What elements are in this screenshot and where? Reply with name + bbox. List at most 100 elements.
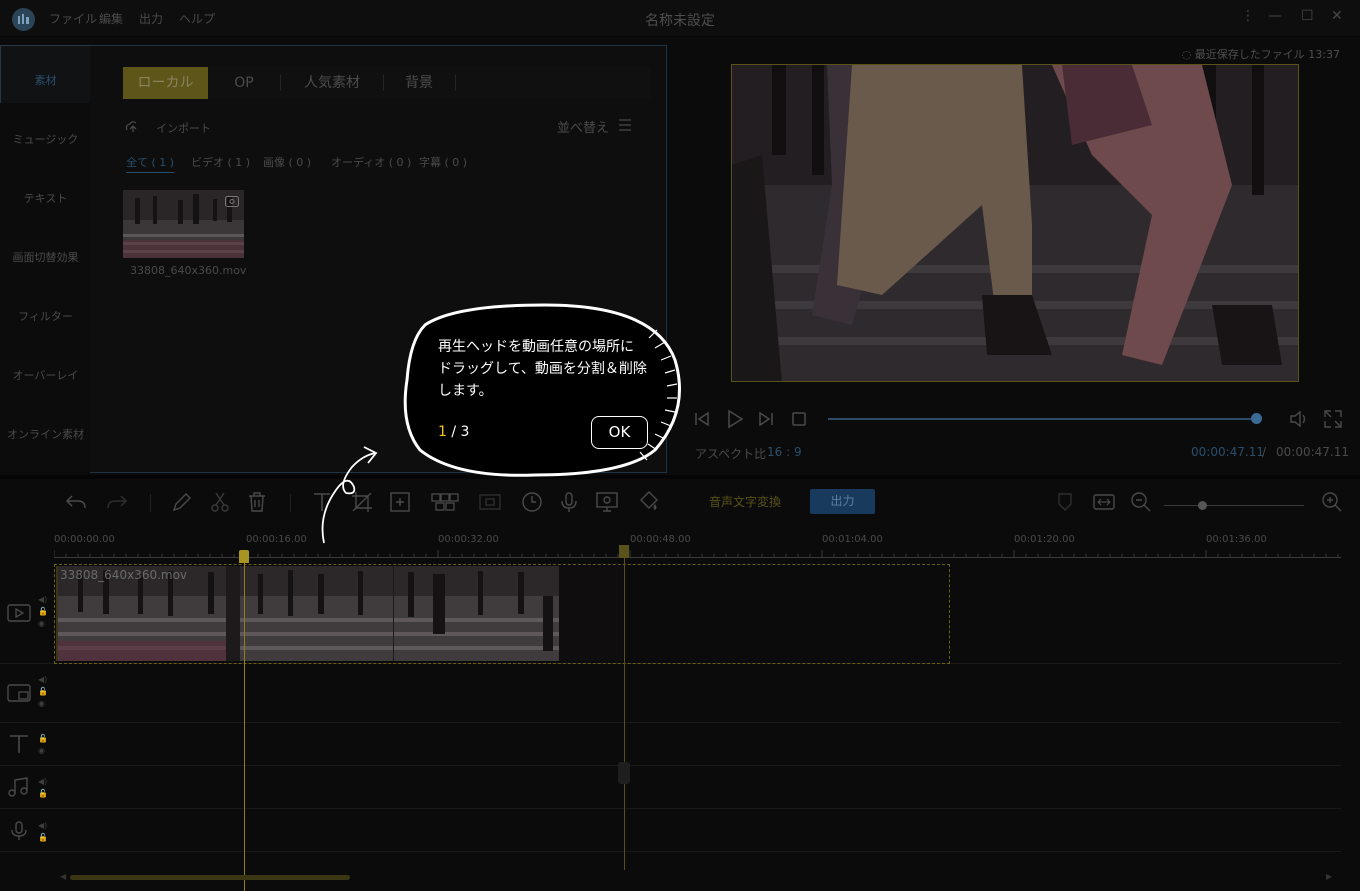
zoom-out-icon[interactable] [1129, 490, 1153, 514]
preview-seek-handle[interactable] [1251, 413, 1262, 424]
paint-bucket-icon[interactable] [637, 490, 661, 514]
last-saved-text: 最近保存したファイル 13:37 [1194, 48, 1340, 61]
redo-icon[interactable] [105, 490, 129, 514]
delete-trash-icon[interactable] [245, 490, 269, 514]
tab-local[interactable]: ローカル [123, 67, 208, 99]
speech-to-text-button[interactable]: 音声文字変換 [709, 493, 781, 510]
sidebar-item-text[interactable]: テキスト [0, 190, 91, 206]
sidebar-item-music[interactable]: ミュージック [0, 131, 91, 147]
sort-button[interactable]: 並べ替え [557, 117, 609, 136]
sort-list-icon[interactable] [617, 117, 633, 136]
text-track-icon [7, 733, 31, 758]
zoom-slider-track[interactable] [1164, 505, 1304, 506]
mosaic-icon[interactable] [430, 490, 460, 514]
clip-name-label: 33808_640x360.mov [60, 568, 188, 582]
tooltip-line: ドラッグして、動画を分割＆削除 [438, 361, 647, 377]
video-track-icon [7, 603, 31, 626]
aspect-ratio-value[interactable]: 16 : 9 [767, 445, 802, 459]
fit-timeline-icon[interactable] [1092, 490, 1116, 514]
voice-track [0, 809, 1341, 852]
play-icon[interactable] [725, 409, 745, 432]
minimize-icon[interactable]: — [1268, 8, 1282, 24]
tooltip-line: します。 [438, 383, 493, 399]
timeline-horizontal-scrollbar[interactable] [70, 875, 350, 880]
tab-popular[interactable]: 人気素材 [287, 67, 377, 99]
import-icon[interactable] [124, 118, 142, 137]
end-marker-handle[interactable] [619, 545, 629, 558]
filter-video[interactable]: ビデオ ( 1 ) [191, 154, 250, 170]
tooltip-step-current: 1 [438, 424, 447, 440]
filter-subtitle[interactable]: 字幕 ( 0 ) [419, 154, 467, 170]
filter-image[interactable]: 画像 ( 0 ) [263, 154, 311, 170]
stop-icon[interactable] [791, 411, 807, 430]
overlay-track [0, 664, 1341, 723]
track-controls[interactable]: ◀) 🔓 ◉ [38, 594, 48, 630]
tab-divider [280, 75, 281, 91]
fullscreen-icon[interactable] [1323, 409, 1343, 432]
sidebar-item-overlay[interactable]: オーバーレイ [0, 367, 91, 383]
window-title: 名称未設定 [645, 13, 715, 29]
filter-audio[interactable]: オーディオ ( 0 ) [331, 154, 411, 170]
track-controls[interactable]: 🔓 ◉ [38, 733, 48, 757]
overlay-track-icon [7, 683, 31, 706]
ruler-tick-label: 00:01:20.00 [1014, 534, 1075, 545]
export-button[interactable]: 出力 [810, 489, 875, 514]
zoom-slider-handle[interactable] [1198, 501, 1207, 510]
tab-op[interactable]: OP [214, 67, 274, 99]
sidebar-item-media[interactable]: 素材 [0, 72, 91, 88]
freeze-frame-icon[interactable] [478, 490, 502, 514]
music-note-icon [7, 776, 31, 801]
sidebar-item-online-media[interactable]: オンライン素材 [0, 426, 91, 442]
undo-icon[interactable] [64, 490, 88, 514]
tooltip-message: 再生ヘッドを動画任意の場所に ドラッグして、動画を分割＆削除 します。 [438, 336, 658, 402]
microphone-icon[interactable] [557, 490, 581, 514]
tooltip-line: 再生ヘッドを動画任意の場所に [438, 339, 634, 355]
track-controls[interactable]: ◀) 🔓 [38, 776, 48, 800]
preview-seek-bar[interactable] [828, 418, 1256, 420]
ruler-tick-label: 00:00:00.00 [54, 534, 115, 545]
tooltip-ok-button[interactable]: OK [591, 416, 648, 449]
filter-all[interactable]: 全て ( 1 ) [126, 154, 175, 173]
check-circle-icon: ◌ [1181, 48, 1192, 61]
more-options-icon[interactable]: ⋮ [1241, 8, 1255, 24]
tab-divider [383, 75, 384, 91]
zoom-frame-icon[interactable] [388, 490, 412, 514]
toolbar-divider [290, 494, 291, 512]
speed-clock-icon[interactable] [520, 490, 544, 514]
split-scissors-icon[interactable] [208, 490, 232, 514]
scroll-left-icon[interactable]: ◀ [60, 872, 66, 881]
next-frame-icon[interactable] [757, 410, 775, 431]
tab-background[interactable]: 背景 [390, 67, 448, 99]
text-track [0, 723, 1341, 766]
video-badge-icon [225, 196, 239, 210]
volume-icon[interactable] [1289, 409, 1309, 432]
maximize-icon[interactable]: ☐ [1301, 8, 1314, 24]
media-file-name: 33808_640x360.mov [130, 264, 247, 277]
tooltip-step-total: / 3 [446, 424, 470, 440]
edit-pencil-icon[interactable] [170, 490, 194, 514]
previous-frame-icon[interactable] [693, 410, 711, 431]
current-time: 00:00:47.11 [1191, 445, 1264, 459]
track-resize-handle[interactable] [618, 762, 630, 784]
tooltip-step-counter: 1 / 3 [438, 424, 469, 440]
sidebar-item-transitions[interactable]: 画面切替効果 [0, 249, 91, 265]
total-time: 00:00:47.11 [1276, 445, 1349, 459]
scroll-right-icon[interactable]: ▶ [1326, 872, 1332, 881]
zoom-in-icon[interactable] [1320, 490, 1344, 514]
ruler-tick-label: 00:00:32.00 [438, 534, 499, 545]
last-saved-label: ◌ 最近保存したファイル 13:37 [1182, 46, 1340, 62]
close-icon[interactable]: ✕ [1331, 8, 1343, 24]
screen-record-icon[interactable] [595, 490, 619, 514]
media-thumbnail[interactable] [123, 190, 244, 258]
playhead-handle[interactable] [239, 550, 249, 563]
track-controls[interactable]: ◀) 🔓 [38, 820, 48, 844]
toolbar-divider [150, 494, 151, 512]
music-track [0, 766, 1341, 809]
tooltip-pointer-arrow-icon [321, 446, 378, 544]
marker-icon[interactable] [1055, 490, 1079, 514]
playhead-line[interactable] [244, 550, 245, 891]
end-marker-line [624, 550, 625, 870]
track-controls[interactable]: ◀) 🔓 ◉ [38, 674, 48, 710]
import-button[interactable]: インポート [156, 120, 211, 136]
sidebar-item-filters[interactable]: フィルター [0, 308, 91, 324]
